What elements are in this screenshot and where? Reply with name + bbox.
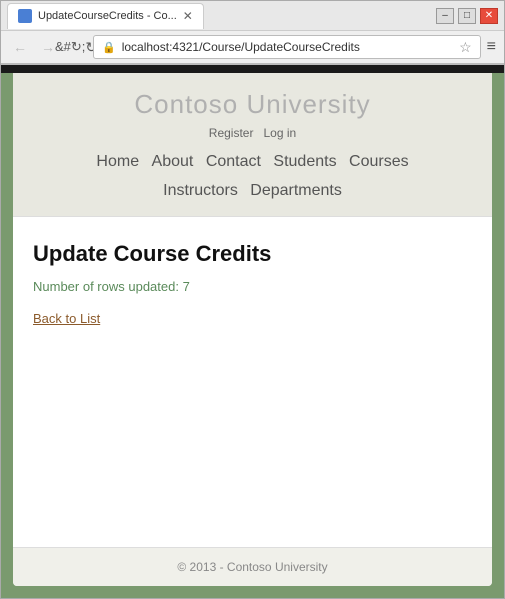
site-nav-line-1: Home About Contact Students Courses xyxy=(13,148,492,177)
bookmark-star-icon[interactable]: ☆ xyxy=(459,39,472,56)
window-controls: – □ ✕ xyxy=(436,8,498,24)
lock-icon: 🔒 xyxy=(102,41,116,54)
site-title: Contoso University xyxy=(13,89,492,120)
nav-home[interactable]: Home xyxy=(96,153,139,170)
tab-bar: UpdateCourseCredits - Co... ✕ xyxy=(7,3,204,29)
site-nav-line-2: Instructors Departments xyxy=(13,177,492,206)
browser-content: Contoso University Register Log in Home … xyxy=(1,65,504,598)
browser-window: UpdateCourseCredits - Co... ✕ – □ ✕ ← → … xyxy=(0,0,505,599)
nav-instructors[interactable]: Instructors xyxy=(163,182,238,199)
login-link[interactable]: Log in xyxy=(264,126,297,140)
register-link[interactable]: Register xyxy=(209,126,254,140)
site-main: Update Course Credits Number of rows upd… xyxy=(13,217,492,547)
maximize-button[interactable]: □ xyxy=(458,8,476,24)
footer-text: © 2013 - Contoso University xyxy=(177,560,327,574)
nav-about[interactable]: About xyxy=(152,153,194,170)
tab-favicon-icon xyxy=(18,9,32,23)
nav-contact[interactable]: Contact xyxy=(206,153,261,170)
site-auth: Register Log in xyxy=(13,126,492,140)
address-bar: ← → &#↻; ↻ 🔒 localhost:4321/Course/Updat… xyxy=(1,31,504,65)
site-wrapper: Contoso University Register Log in Home … xyxy=(13,73,492,586)
close-button[interactable]: ✕ xyxy=(480,8,498,24)
minimize-button[interactable]: – xyxy=(436,8,454,24)
top-accent-bar xyxy=(1,65,504,73)
refresh-button[interactable]: &#↻; ↻ xyxy=(65,36,87,58)
nav-departments[interactable]: Departments xyxy=(250,182,342,199)
title-bar: UpdateCourseCredits - Co... ✕ – □ ✕ xyxy=(1,1,504,31)
url-text: localhost:4321/Course/UpdateCourseCredit… xyxy=(122,40,360,54)
site-footer: © 2013 - Contoso University xyxy=(13,547,492,586)
nav-students[interactable]: Students xyxy=(273,153,336,170)
url-bar[interactable]: 🔒 localhost:4321/Course/UpdateCourseCred… xyxy=(93,35,481,59)
tab-title: UpdateCourseCredits - Co... xyxy=(38,10,177,22)
browser-tab[interactable]: UpdateCourseCredits - Co... ✕ xyxy=(7,3,204,29)
site-nav: Home About Contact Students Courses Inst… xyxy=(13,148,492,206)
browser-menu-icon[interactable]: ≡ xyxy=(487,38,496,56)
status-message: Number of rows updated: 7 xyxy=(33,279,472,294)
nav-courses[interactable]: Courses xyxy=(349,153,409,170)
page-heading: Update Course Credits xyxy=(33,241,472,267)
back-to-list-link[interactable]: Back to List xyxy=(33,311,100,326)
back-button[interactable]: ← xyxy=(9,36,31,58)
tab-close-icon[interactable]: ✕ xyxy=(183,9,193,23)
site-header: Contoso University Register Log in Home … xyxy=(13,73,492,217)
